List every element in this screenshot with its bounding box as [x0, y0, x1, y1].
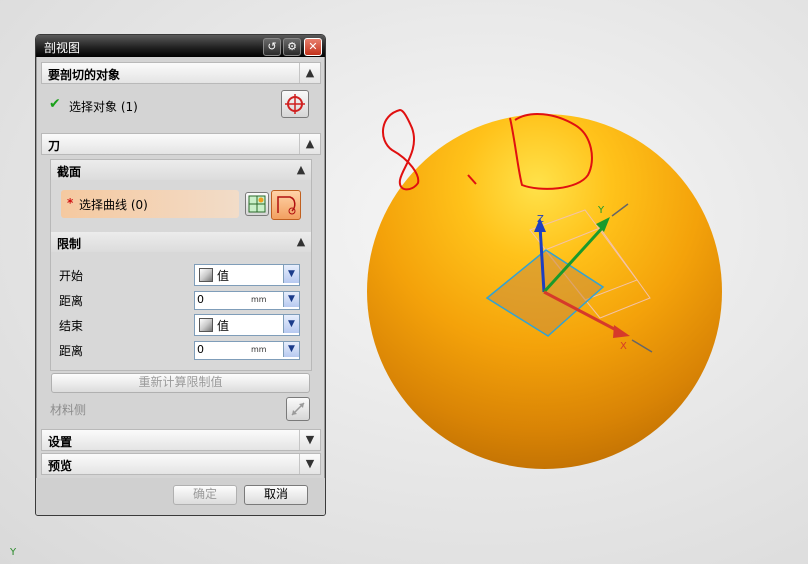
chevron-down-icon[interactable]: ▼ — [283, 265, 299, 283]
section-limits-header[interactable]: 限制 ▲ — [51, 232, 311, 252]
required-asterisk: * — [67, 196, 74, 210]
select-curve-label: 选择曲线 (0) — [79, 198, 148, 212]
gear-icon[interactable]: ⚙ — [283, 38, 301, 56]
start-type-value: 值 — [217, 269, 230, 283]
ok-button[interactable]: 确定 — [173, 485, 237, 505]
y-axis-label: Y — [598, 205, 605, 216]
start-distance-input[interactable]: 0 mm ▼ — [194, 291, 300, 310]
dialog-button-bar: 确定 取消 — [36, 478, 325, 515]
y-handle[interactable] — [611, 203, 629, 217]
end-distance-value: 0 — [197, 343, 204, 356]
section-preview-header[interactable]: 预览 ▼ — [41, 453, 321, 475]
flip-material-side-button[interactable] — [286, 397, 310, 421]
select-object-label: 选择对象 (1) — [69, 100, 138, 114]
dialog-title: 剖视图 — [44, 41, 81, 55]
start-distance-label: 距离 — [59, 294, 84, 308]
start-type-select[interactable]: 值 ▼ — [194, 264, 300, 286]
reset-icon[interactable]: ↺ — [263, 38, 281, 56]
x-axis-label: X — [620, 341, 627, 352]
start-label: 开始 — [59, 269, 84, 283]
start-distance-unit: mm — [251, 295, 267, 304]
cancel-button[interactable]: 取消 — [244, 485, 308, 505]
crosshair-select-button[interactable] — [281, 90, 309, 118]
end-type-value: 值 — [217, 319, 230, 333]
start-distance-value: 0 — [197, 293, 204, 306]
curve-icon — [277, 196, 296, 215]
chevron-up-icon[interactable]: ▲ — [299, 134, 320, 154]
x-arrowhead — [613, 325, 630, 338]
section-view-dialog[interactable]: 剖视图 ↺ ⚙ ✕ 要剖切的对象 ▲ ✔ 选择对象 (1) 刀 ▲ 截面 ▲ * — [35, 34, 326, 516]
section-objects-header[interactable]: 要剖切的对象 ▲ — [41, 62, 321, 84]
chevron-down-icon[interactable]: ▼ — [283, 315, 299, 333]
value-cube-icon — [199, 318, 213, 332]
sketch-section-button[interactable] — [245, 192, 269, 216]
arrow-down-icon[interactable]: ▼ — [283, 292, 299, 307]
end-distance-label: 距离 — [59, 344, 84, 358]
chevron-down-icon[interactable]: ▼ — [299, 454, 320, 474]
end-label: 结束 — [59, 319, 84, 333]
material-side-label: 材料侧 — [50, 403, 87, 417]
end-distance-unit: mm — [251, 345, 267, 354]
check-icon: ✔ — [49, 96, 61, 112]
sketch-icon — [248, 195, 266, 213]
section-settings-title: 设置 — [48, 435, 73, 449]
section-limits-title: 限制 — [57, 237, 82, 251]
knife-panel: 截面 ▲ * 选择曲线 (0) 限制 ▲ 开始 值 ▼ 距离 0 mm ▼ 结束… — [50, 159, 312, 371]
value-cube-icon — [199, 268, 213, 282]
close-icon[interactable]: ✕ — [304, 38, 322, 56]
select-curve-button[interactable] — [271, 190, 301, 220]
section-settings-header[interactable]: 设置 ▼ — [41, 429, 321, 451]
end-type-select[interactable]: 值 ▼ — [194, 314, 300, 336]
z-axis-label: Z — [537, 214, 544, 225]
chevron-down-icon[interactable]: ▼ — [299, 430, 320, 450]
flip-arrows-icon — [291, 402, 305, 416]
chevron-up-icon[interactable]: ▲ — [291, 160, 311, 180]
x-handle[interactable] — [631, 339, 653, 353]
recalculate-limits-button[interactable]: 重新计算限制值 — [51, 373, 310, 393]
select-object-row[interactable]: ✔ 选择对象 (1) — [41, 84, 319, 128]
crosshair-icon — [285, 94, 305, 114]
chevron-up-icon[interactable]: ▲ — [291, 232, 311, 252]
dialog-titlebar[interactable]: 剖视图 ↺ ⚙ ✕ — [36, 35, 325, 57]
section-preview-title: 预览 — [48, 459, 73, 473]
section-plane-title: 截面 — [57, 165, 82, 179]
corner-axis-label: Y — [10, 547, 17, 558]
section-objects-title: 要剖切的对象 — [48, 68, 121, 82]
end-distance-input[interactable]: 0 mm ▼ — [194, 341, 300, 360]
y-arrowhead — [596, 217, 610, 232]
select-curve-field[interactable]: * 选择曲线 (0) — [61, 190, 239, 218]
section-plane-header[interactable]: 截面 ▲ — [51, 160, 311, 180]
chevron-up-icon[interactable]: ▲ — [299, 63, 320, 83]
section-knife-header[interactable]: 刀 ▲ — [41, 133, 321, 155]
arrow-down-icon[interactable]: ▼ — [283, 342, 299, 357]
section-knife-title: 刀 — [48, 139, 61, 153]
